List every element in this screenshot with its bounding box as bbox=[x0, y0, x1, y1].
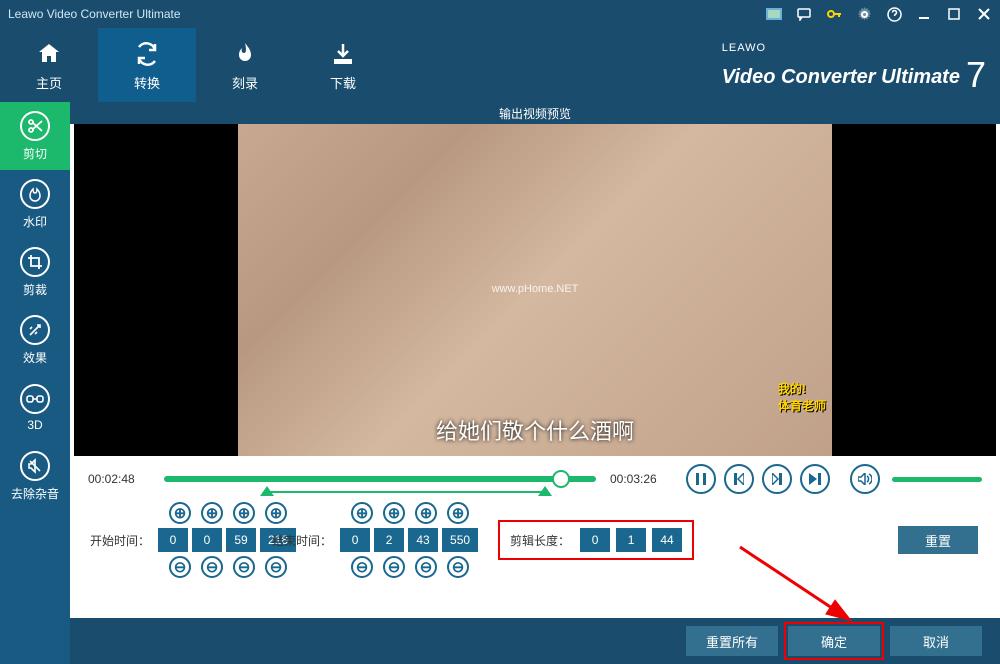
video-subtitle: 给她们敬个什么酒啊 bbox=[238, 414, 832, 446]
tool-crop[interactable]: 剪裁 bbox=[0, 238, 70, 306]
brand-block: LEAWO Video Converter Ultimate 7 bbox=[722, 42, 986, 96]
end-s-value[interactable]: 43 bbox=[408, 528, 438, 552]
volume-slider[interactable] bbox=[892, 477, 982, 482]
ok-button[interactable]: 确定 bbox=[788, 626, 880, 656]
download-icon bbox=[328, 39, 358, 69]
end-h-value[interactable]: 0 bbox=[340, 528, 370, 552]
length-s-value: 44 bbox=[652, 528, 682, 552]
end-h-plus[interactable]: ⊕ bbox=[351, 502, 373, 524]
end-m-plus[interactable]: ⊕ bbox=[383, 502, 405, 524]
tool-denoise-label: 去除杂音 bbox=[11, 485, 59, 502]
tool-3d-label: 3D bbox=[27, 418, 42, 432]
nav-convert[interactable]: 转换 bbox=[98, 28, 196, 102]
key-icon[interactable] bbox=[826, 6, 842, 22]
tool-watermark-label: 水印 bbox=[23, 213, 47, 230]
nav-download[interactable]: 下载 bbox=[294, 28, 392, 102]
help-icon[interactable] bbox=[886, 6, 902, 22]
clip-length-highlight: 剪辑长度： 0 1 44 bbox=[498, 520, 694, 560]
tool-effect-label: 效果 bbox=[23, 349, 47, 366]
watermark-icon bbox=[20, 179, 50, 209]
end-time-label: 结束时间： bbox=[272, 532, 332, 549]
gear-icon[interactable] bbox=[856, 6, 872, 22]
tool-3d[interactable]: 3D bbox=[0, 374, 70, 442]
brand-version: 7 bbox=[966, 54, 986, 96]
glasses-3d-icon bbox=[20, 384, 50, 414]
end-s-plus[interactable]: ⊕ bbox=[415, 502, 437, 524]
end-s-minus[interactable]: ⊖ bbox=[415, 556, 437, 578]
nav-burn[interactable]: 刻录 bbox=[196, 28, 294, 102]
effect-icon bbox=[20, 315, 50, 345]
start-ms-plus[interactable]: ⊕ bbox=[265, 502, 287, 524]
video-watermark-corner: 我的! 体育老师 bbox=[778, 380, 826, 414]
video-watermark-center: www.pHome.NET bbox=[492, 283, 579, 295]
burn-icon bbox=[230, 39, 260, 69]
nav-download-label: 下载 bbox=[330, 73, 356, 92]
length-m-value: 1 bbox=[616, 528, 646, 552]
nav-convert-label: 转换 bbox=[134, 73, 160, 92]
nav-burn-label: 刻录 bbox=[232, 73, 258, 92]
crop-icon bbox=[20, 247, 50, 277]
brand-leawo: LEAWO bbox=[722, 42, 986, 54]
preview-header: 输出视频预览 bbox=[70, 102, 1000, 124]
end-m-minus[interactable]: ⊖ bbox=[383, 556, 405, 578]
mark-in-button[interactable] bbox=[724, 464, 754, 494]
brand-name: Video Converter Ultimate bbox=[722, 66, 960, 88]
start-h-minus[interactable]: ⊖ bbox=[169, 556, 191, 578]
reset-all-button[interactable]: 重置所有 bbox=[686, 626, 778, 656]
minimize-icon[interactable] bbox=[916, 6, 932, 22]
home-icon bbox=[34, 39, 64, 69]
reset-button[interactable]: 重置 bbox=[898, 526, 978, 554]
pause-button[interactable] bbox=[686, 464, 716, 494]
close-icon[interactable] bbox=[976, 6, 992, 22]
clip-length-label: 剪辑长度： bbox=[510, 532, 570, 549]
next-frame-button[interactable] bbox=[800, 464, 830, 494]
length-h-value: 0 bbox=[580, 528, 610, 552]
start-s-plus[interactable]: ⊕ bbox=[233, 502, 255, 524]
convert-icon bbox=[132, 39, 162, 69]
start-s-value[interactable]: 59 bbox=[226, 528, 256, 552]
start-m-value[interactable]: 0 bbox=[192, 528, 222, 552]
volume-button[interactable] bbox=[850, 464, 880, 494]
tool-trim-label: 剪切 bbox=[23, 145, 47, 162]
tool-crop-label: 剪裁 bbox=[23, 281, 47, 298]
start-h-plus[interactable]: ⊕ bbox=[169, 502, 191, 524]
start-m-minus[interactable]: ⊖ bbox=[201, 556, 223, 578]
app-title: Leawo Video Converter Ultimate bbox=[8, 7, 766, 21]
thumbnail-icon[interactable] bbox=[766, 6, 782, 22]
start-s-minus[interactable]: ⊖ bbox=[233, 556, 255, 578]
end-ms-plus[interactable]: ⊕ bbox=[447, 502, 469, 524]
tool-trim[interactable]: 剪切 bbox=[0, 102, 70, 170]
cancel-button[interactable]: 取消 bbox=[890, 626, 982, 656]
start-m-plus[interactable]: ⊕ bbox=[201, 502, 223, 524]
end-m-value[interactable]: 2 bbox=[374, 528, 404, 552]
end-ms-value[interactable]: 550 bbox=[442, 528, 478, 552]
time-end: 00:03:26 bbox=[610, 472, 672, 486]
maximize-icon[interactable] bbox=[946, 6, 962, 22]
trim-range-indicator[interactable] bbox=[260, 488, 552, 496]
start-time-label: 开始时间： bbox=[90, 532, 150, 549]
start-h-value[interactable]: 0 bbox=[158, 528, 188, 552]
mark-out-button[interactable] bbox=[762, 464, 792, 494]
video-preview[interactable]: www.pHome.NET 我的! 体育老师 给她们敬个什么酒啊 bbox=[74, 124, 996, 456]
end-ms-minus[interactable]: ⊖ bbox=[447, 556, 469, 578]
denoise-icon bbox=[20, 451, 50, 481]
message-icon[interactable] bbox=[796, 6, 812, 22]
nav-home[interactable]: 主页 bbox=[0, 28, 98, 102]
tool-watermark[interactable]: 水印 bbox=[0, 170, 70, 238]
seek-bar[interactable] bbox=[164, 462, 596, 496]
time-current: 00:02:48 bbox=[88, 472, 150, 486]
start-ms-minus[interactable]: ⊖ bbox=[265, 556, 287, 578]
tool-denoise[interactable]: 去除杂音 bbox=[0, 442, 70, 510]
nav-home-label: 主页 bbox=[36, 73, 62, 92]
tool-effect[interactable]: 效果 bbox=[0, 306, 70, 374]
scissors-icon bbox=[20, 111, 50, 141]
seek-thumb[interactable] bbox=[552, 470, 570, 488]
end-h-minus[interactable]: ⊖ bbox=[351, 556, 373, 578]
